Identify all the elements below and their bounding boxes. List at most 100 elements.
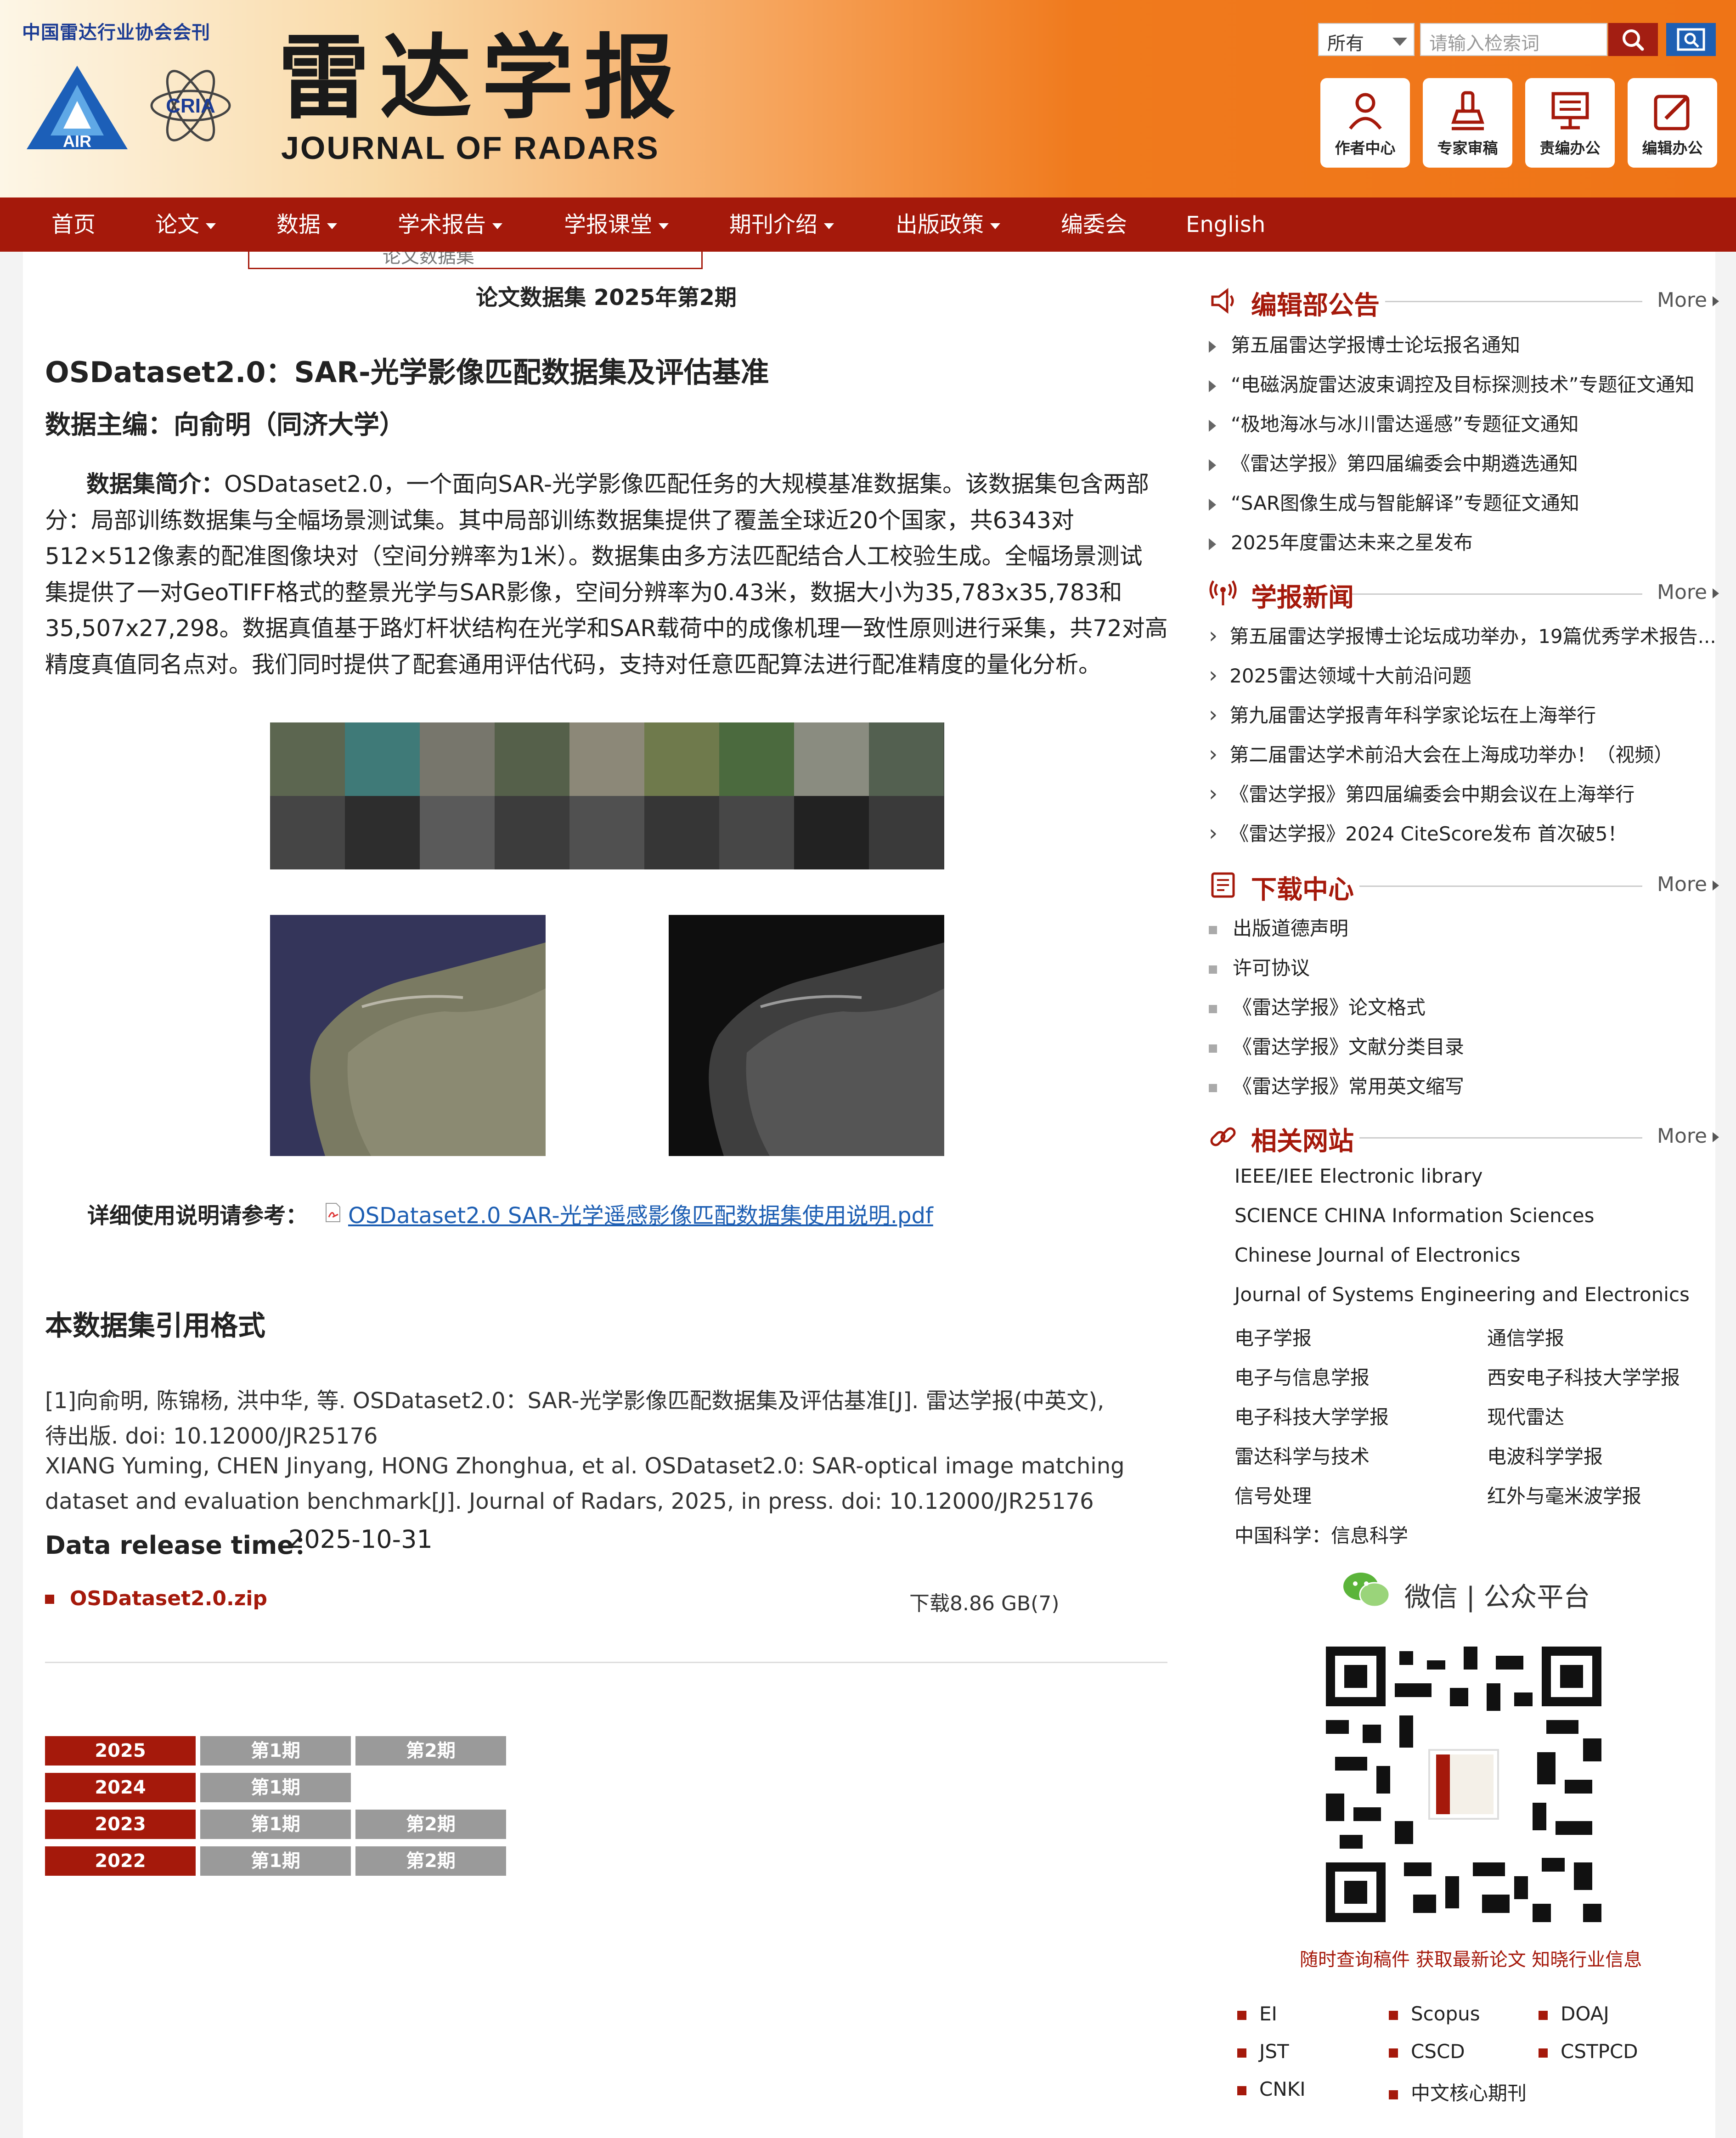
announcement-item[interactable]: 《雷达学报》第四届编委会中期遴选通知: [1209, 448, 1578, 476]
index-badge[interactable]: CNKI: [1237, 2078, 1306, 2100]
nav-english[interactable]: English: [1186, 197, 1265, 252]
archive-issue[interactable]: 第2期: [355, 1846, 506, 1876]
related-site-link[interactable]: 西安电子科技大学学报: [1487, 1362, 1680, 1390]
download-item[interactable]: 出版道德声明: [1209, 913, 1348, 941]
archive-issue[interactable]: 第2期: [355, 1736, 506, 1766]
more-label: More: [1657, 873, 1708, 896]
expert-review-button[interactable]: 专家审稿: [1423, 78, 1512, 168]
sample-image-grid: [270, 722, 944, 869]
search-button[interactable]: [1608, 23, 1658, 56]
index-badge[interactable]: CSTPCD: [1539, 2040, 1638, 2063]
more-link[interactable]: More: [1657, 288, 1719, 312]
index-badge[interactable]: DOAJ: [1539, 2003, 1609, 2025]
archive-issue[interactable]: 第2期: [355, 1810, 506, 1839]
related-site-link[interactable]: 通信学报: [1487, 1323, 1564, 1351]
intro-line: 数据集简介：OSDataset2.0，一个面向SAR-光学影像匹配任务的大规模基…: [45, 466, 1170, 502]
nav-classroom[interactable]: 学报课堂: [564, 197, 669, 252]
item-text: 《雷达学报》常用英文缩写: [1233, 1075, 1465, 1098]
archive-issue[interactable]: 第1期: [200, 1810, 351, 1839]
related-site-link[interactable]: 电子与信息学报: [1234, 1362, 1370, 1390]
data-dropdown-menu[interactable]: 论文数据集: [248, 252, 703, 269]
news-item[interactable]: › 《雷达学报》2024 CiteScore发布 首次破5！: [1209, 818, 1627, 846]
svg-text:CRIA: CRIA: [166, 95, 215, 117]
search-scope-select[interactable]: 所有: [1318, 23, 1415, 56]
announcement-item[interactable]: 第五届雷达学报博士论坛报名通知: [1209, 330, 1520, 358]
nav-academic-reports[interactable]: 学术报告: [398, 197, 503, 252]
related-site-link[interactable]: 信号处理: [1234, 1481, 1312, 1509]
dataset-download-link[interactable]: OSDataset2.0.zip: [70, 1587, 267, 1610]
archive-year-2022[interactable]: 2022: [45, 1846, 196, 1876]
announcement-item[interactable]: “极地海冰与冰川雷达遥感”专题征文通知: [1209, 409, 1579, 437]
nav-publishing-policy[interactable]: 出版政策: [896, 197, 1001, 252]
news-item[interactable]: › 《雷达学报》第四届编委会中期会议在上海举行: [1209, 779, 1635, 807]
search-icon: [1623, 29, 1644, 51]
caret-down-icon: [327, 223, 338, 229]
index-badge[interactable]: JST: [1237, 2040, 1289, 2063]
index-badge[interactable]: Scopus: [1389, 2003, 1480, 2025]
bullet-icon: [1209, 925, 1217, 934]
archive-year-2023[interactable]: 2023: [45, 1810, 196, 1839]
news-item[interactable]: › 第五届雷达学报博士论坛成功举办，19篇优秀学术报告...: [1209, 621, 1716, 649]
archive-issue[interactable]: 第1期: [200, 1773, 351, 1802]
related-site-link[interactable]: IEEE/IEE Electronic library: [1234, 1165, 1482, 1187]
related-site-link[interactable]: 雷达科学与技术: [1234, 1441, 1370, 1469]
cria-logo[interactable]: CRIA: [147, 57, 234, 154]
related-site-link[interactable]: 红外与毫米波学报: [1487, 1481, 1641, 1509]
download-item[interactable]: 《雷达学报》常用英文缩写: [1209, 1071, 1464, 1099]
more-link[interactable]: More: [1657, 1124, 1719, 1148]
related-site-link[interactable]: SCIENCE CHINA Information Sciences: [1234, 1204, 1595, 1227]
nav-home[interactable]: 首页: [51, 197, 96, 252]
triangle-right-icon: [1713, 296, 1719, 306]
announcement-item[interactable]: “SAR图像生成与智能解译”专题征文通知: [1209, 488, 1579, 516]
editor-office-icon: [1551, 92, 1589, 130]
triangle-right-icon: [1713, 880, 1719, 891]
index-badge[interactable]: EI: [1237, 2003, 1277, 2025]
author-center-button[interactable]: 作者中心: [1320, 78, 1410, 168]
related-site-link[interactable]: 电子学报: [1234, 1323, 1312, 1351]
related-site-link[interactable]: 中国科学：信息科学: [1234, 1520, 1408, 1548]
item-text: “SAR图像生成与智能解译”专题征文通知: [1231, 492, 1579, 514]
index-badge[interactable]: CSCD: [1389, 2040, 1465, 2063]
dropdown-item[interactable]: 论文数据集: [383, 252, 474, 268]
news-item[interactable]: › 2025雷达领域十大前沿问题: [1209, 660, 1471, 688]
more-label: More: [1657, 288, 1708, 312]
news-item[interactable]: › 第二届雷达学术前沿大会在上海成功举办！（视频）: [1209, 739, 1673, 767]
qr-code-image[interactable]: [1326, 1647, 1601, 1922]
item-text: 第九届雷达学报青年科学家论坛在上海举行: [1229, 704, 1596, 727]
edit-office-button[interactable]: 编辑办公: [1628, 78, 1717, 168]
more-link[interactable]: More: [1657, 873, 1719, 896]
related-site-link[interactable]: Chinese Journal of Electronics: [1234, 1244, 1521, 1266]
related-site-link[interactable]: 现代雷达: [1487, 1402, 1564, 1430]
download-item[interactable]: 《雷达学报》论文格式: [1209, 992, 1426, 1020]
download-item[interactable]: 许可协议: [1209, 953, 1310, 981]
archive-year-2025[interactable]: 2025: [45, 1736, 196, 1766]
related-site-link[interactable]: Journal of Systems Engineering and Elect…: [1234, 1283, 1690, 1306]
air-logo[interactable]: AIR: [22, 62, 132, 154]
advanced-search-button[interactable]: [1666, 23, 1716, 56]
nav-editorial-board[interactable]: 编委会: [1061, 197, 1127, 252]
announcement-item[interactable]: “电磁涡旋雷达波束调控及目标探测技术”专题征文通知: [1209, 369, 1695, 397]
nav-label: 数据: [276, 212, 321, 237]
announcement-item[interactable]: 2025年度雷达未来之星发布: [1209, 527, 1473, 555]
user-guide-pdf-link[interactable]: OSDataset2.0 SAR-光学遥感影像匹配数据集使用说明.pdf: [348, 1197, 933, 1230]
archive-year-2024[interactable]: 2024: [45, 1773, 196, 1802]
tool-label: 专家审稿: [1437, 139, 1498, 157]
download-item[interactable]: 《雷达学报》文献分类目录: [1209, 1032, 1464, 1060]
item-text: 《雷达学报》2024 CiteScore发布 首次破5！: [1229, 823, 1627, 845]
related-site-link[interactable]: 电子科技大学学报: [1234, 1402, 1389, 1430]
triangle-right-icon: [1209, 459, 1216, 471]
related-site-link[interactable]: 电波科学学报: [1487, 1441, 1603, 1469]
tool-label: 编辑办公: [1642, 139, 1703, 157]
index-badge[interactable]: 中文核心期刊: [1389, 2078, 1527, 2106]
archive-issue[interactable]: 第1期: [200, 1846, 351, 1876]
nav-papers[interactable]: 论文: [155, 197, 216, 252]
nav-data[interactable]: 数据: [276, 197, 338, 252]
archive-issue[interactable]: 第1期: [200, 1736, 351, 1766]
journal-title-cn: 雷达学报: [278, 24, 686, 132]
nav-journal-intro[interactable]: 期刊介绍: [729, 197, 834, 252]
news-item[interactable]: › 第九届雷达学报青年科学家论坛在上海举行: [1209, 700, 1596, 728]
chevron-right-icon: ›: [1209, 781, 1218, 807]
responsible-editor-button[interactable]: 责编办公: [1525, 78, 1615, 168]
search-input[interactable]: 请输入检索词: [1420, 23, 1607, 56]
more-link[interactable]: More: [1657, 581, 1719, 604]
